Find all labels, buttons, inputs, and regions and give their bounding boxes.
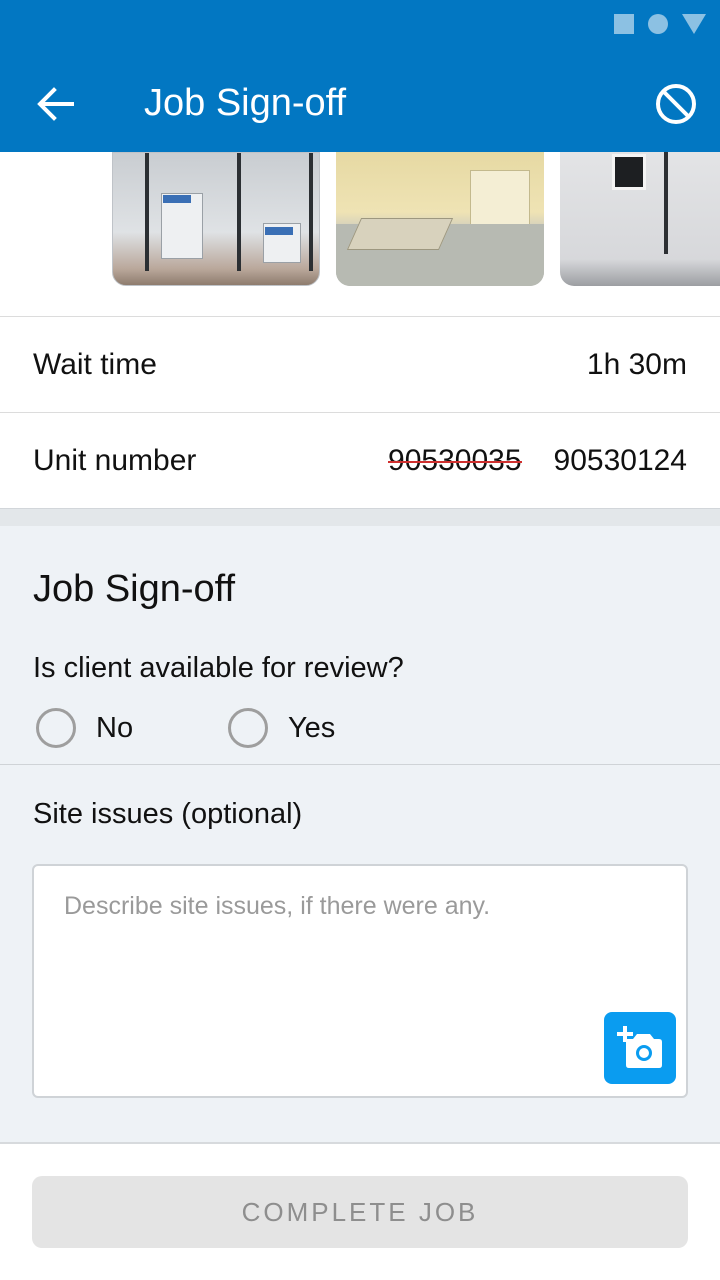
wait-time-label: Wait time [33, 347, 157, 381]
container-edge [309, 153, 313, 271]
square-icon [614, 14, 634, 34]
unit-number-old-value: 90530035 [388, 443, 523, 477]
unit-number-row: Unit number 90530035 90530124 [0, 412, 720, 508]
panel-window [612, 154, 646, 190]
radio-circle-icon[interactable] [36, 708, 76, 748]
radio-option-yes[interactable]: Yes [228, 708, 335, 748]
container-edge [237, 153, 241, 271]
room-bench [346, 218, 454, 250]
photo-gallery[interactable] [0, 152, 720, 316]
block-icon [656, 84, 696, 124]
containers-photo[interactable] [112, 152, 320, 286]
site-issues-label: Site issues (optional) [33, 798, 303, 830]
interior-room-photo[interactable] [336, 152, 544, 286]
panel-wall-photo[interactable] [560, 152, 720, 286]
page-title: Job Sign-off [144, 82, 347, 124]
app-bar: Job Sign-off [0, 0, 720, 152]
site-issues-input[interactable] [32, 864, 688, 1098]
client-review-question: Is client available for review? [33, 652, 404, 684]
footer: COMPLETE JOB [0, 1142, 720, 1280]
radio-label-no: No [96, 711, 134, 744]
add-photo-icon [617, 1026, 662, 1068]
radio-label-yes: Yes [288, 711, 336, 744]
circle-icon [648, 14, 668, 34]
container-sign [163, 195, 191, 203]
container-edge [145, 153, 149, 271]
cancel-job-button[interactable] [654, 82, 698, 126]
room-counter [470, 170, 530, 228]
status-bar [614, 14, 706, 34]
radio-circle-icon[interactable] [228, 708, 268, 748]
add-photo-button[interactable] [604, 1012, 676, 1084]
container-sign [265, 227, 293, 235]
divider [0, 764, 720, 765]
unit-number-label: Unit number [33, 443, 197, 477]
radio-option-no[interactable]: No [36, 708, 133, 748]
arrow-left-icon [37, 87, 74, 121]
triangle-icon [682, 14, 706, 34]
panel-seam [664, 152, 668, 254]
section-title: Job Sign-off [33, 568, 236, 610]
unit-number-new-value: 90530124 [553, 443, 687, 477]
section-divider [0, 508, 720, 526]
signoff-section: Job Sign-off Is client available for rev… [0, 526, 720, 1142]
complete-job-button[interactable]: COMPLETE JOB [32, 1176, 688, 1248]
wait-time-row: Wait time 1h 30m [0, 316, 720, 412]
back-button[interactable] [30, 82, 80, 126]
wait-time-value: 1h 30m [586, 347, 687, 381]
